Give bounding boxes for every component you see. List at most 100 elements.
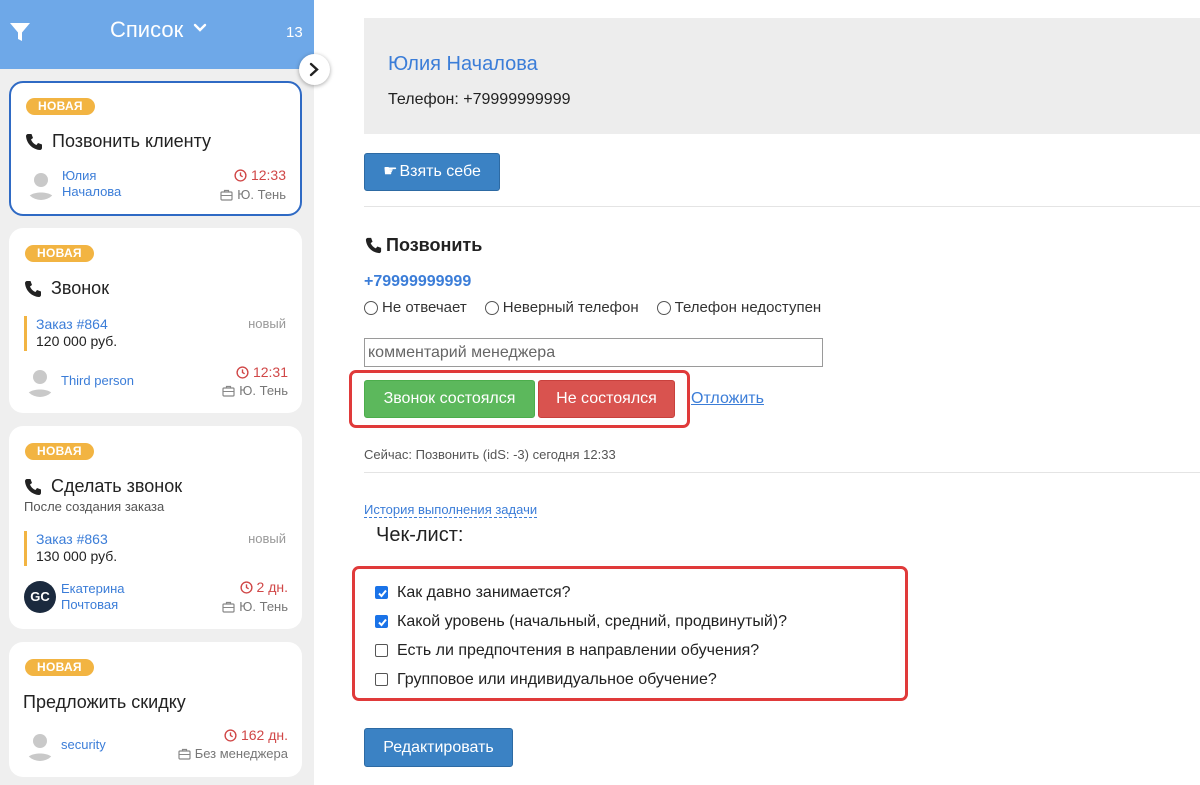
contact-card: Юлия Началова Телефон: +79999999999 [364,18,1200,134]
order-status: новый [248,316,286,331]
call-failed-button[interactable]: Не состоялся [538,380,675,418]
avatar [24,729,56,761]
chevron-right-icon [309,62,319,77]
list-title[interactable]: Список [110,17,183,43]
briefcase-icon [222,601,235,613]
checklist-item[interactable]: Как давно занимается? [375,578,787,607]
call-section-title: Позвонить [364,235,482,256]
avatar [24,365,56,397]
task-title: Звонок [23,278,109,299]
phone-link[interactable]: +79999999999 [364,273,471,291]
manager-name: Ю. Тень [239,383,288,398]
checklist-label: Как давно занимается? [397,583,571,601]
task-title: Позвонить клиенту [24,131,211,152]
checkbox-unchecked[interactable] [375,673,388,686]
filter-icon[interactable] [8,20,32,44]
client-name[interactable]: Third person [61,373,181,389]
radio-label: Неверный телефон [502,299,639,316]
task-time: 2 дн. [239,579,288,595]
task-card[interactable]: НОВАЯ Предложить скидку security 162 дн.… [9,642,302,777]
task-title-text: Сделать звонок [51,476,183,496]
checklist-title: Чек-лист: [376,524,464,546]
task-card[interactable]: НОВАЯ Позвонить клиенту Юлия Началова 12… [9,81,302,216]
radio-unavailable[interactable]: Телефон недоступен [656,299,822,316]
status-badge: НОВАЯ [26,98,95,115]
status-badge: НОВАЯ [25,659,94,676]
list-header: Список 13 [0,0,314,69]
contact-name[interactable]: Юлия Началова [388,53,538,76]
divider [364,472,1200,473]
client-name[interactable]: Юлия Началова [62,168,142,200]
clock-icon [236,365,249,379]
clock-icon [239,580,253,594]
status-badge: НОВАЯ [25,443,94,460]
briefcase-icon [222,385,235,397]
chevron-down-icon[interactable] [192,20,208,36]
checklist-label: Групповое или индивидуальное обучение? [397,670,717,688]
task-title: Сделать звонок [23,476,182,497]
checkbox-checked[interactable] [375,615,388,628]
radio-circle[interactable] [364,300,378,315]
order-block: Заказ #864 120 000 руб. новый [24,316,286,351]
checkbox-checked[interactable] [375,586,388,599]
collapse-panel-button[interactable] [299,54,330,85]
edit-button[interactable]: Редактировать [364,728,513,767]
task-subtitle: После создания заказа [24,499,165,514]
order-status: новый [248,531,286,546]
divider [364,206,1200,207]
client-name[interactable]: security [61,737,181,753]
radio-label: Не отвечает [382,299,467,316]
radio-label: Телефон недоступен [674,299,822,316]
client: Юлия Началова [25,168,142,200]
task-history-link[interactable]: История выполнения задачи [364,502,538,518]
checklist-label: Есть ли предпочтения в направлении обуче… [397,641,760,659]
client: security [24,729,181,761]
manager-comment-input[interactable]: комментарий менеджера [364,338,823,367]
checklist-item[interactable]: Групповое или индивидуальное обучение? [375,665,787,694]
order-sum: 130 000 руб. [36,548,118,564]
task-time-text: 162 дн. [240,727,288,743]
client-name[interactable]: Екатерина Почтовая [61,581,141,613]
manager-name: Ю. Тень [239,599,288,614]
checklist: Как давно занимается? Какой уровень (нач… [375,578,787,694]
task-title: Предложить скидку [23,692,186,713]
postpone-link[interactable]: Отложить [691,390,764,408]
task-card[interactable]: НОВАЯ Звонок Заказ #864 120 000 руб. нов… [9,228,302,413]
task-title-text: Позвонить клиенту [52,131,212,151]
radio-circle[interactable] [484,300,499,315]
take-task-button[interactable]: ☛ Взять себе [364,153,500,191]
phone-icon [365,237,382,254]
radio-circle[interactable] [656,300,671,315]
task-list-panel: Список 13 НОВАЯ Позвонить клиенту Юлия Н… [0,0,314,785]
manager: Ю. Тень [220,187,286,202]
phone-icon [25,478,41,495]
task-title-text: Звонок [51,278,110,298]
radio-wrong-number[interactable]: Неверный телефон [484,299,639,316]
avatar [25,168,57,200]
hand-pointer-icon: ☛ [383,163,398,180]
checkbox-unchecked[interactable] [375,644,388,657]
status-badge: НОВАЯ [25,245,94,262]
clock-icon [234,168,247,182]
call-success-button[interactable]: Звонок состоялся [364,380,535,418]
clock-icon [224,728,237,742]
task-time-text: 2 дн. [256,579,288,595]
radio-no-answer[interactable]: Не отвечает [364,299,467,316]
manager: Ю. Тень [222,383,288,398]
order-block: Заказ #863 130 000 руб. новый [24,531,286,566]
task-title-text: Предложить скидку [23,692,186,712]
avatar: GC [24,581,56,613]
phone-icon [26,133,42,150]
task-card[interactable]: НОВАЯ Сделать звонок После создания зака… [9,426,302,629]
checklist-item[interactable]: Какой уровень (начальный, средний, продв… [375,607,787,636]
briefcase-icon [220,189,233,201]
checklist-item[interactable]: Есть ли предпочтения в направлении обуче… [375,636,787,665]
current-status-text: Сейчас: Позвонить (idS: -3) сегодня 12:3… [364,447,616,462]
client: Third person [24,365,181,397]
call-title-text: Позвонить [386,235,483,255]
task-time-text: 12:31 [252,364,288,380]
manager: Без менеджера [178,746,288,761]
task-count: 13 [286,24,303,41]
task-time: 162 дн. [224,727,288,743]
contact-phone: Телефон: +79999999999 [388,91,571,108]
